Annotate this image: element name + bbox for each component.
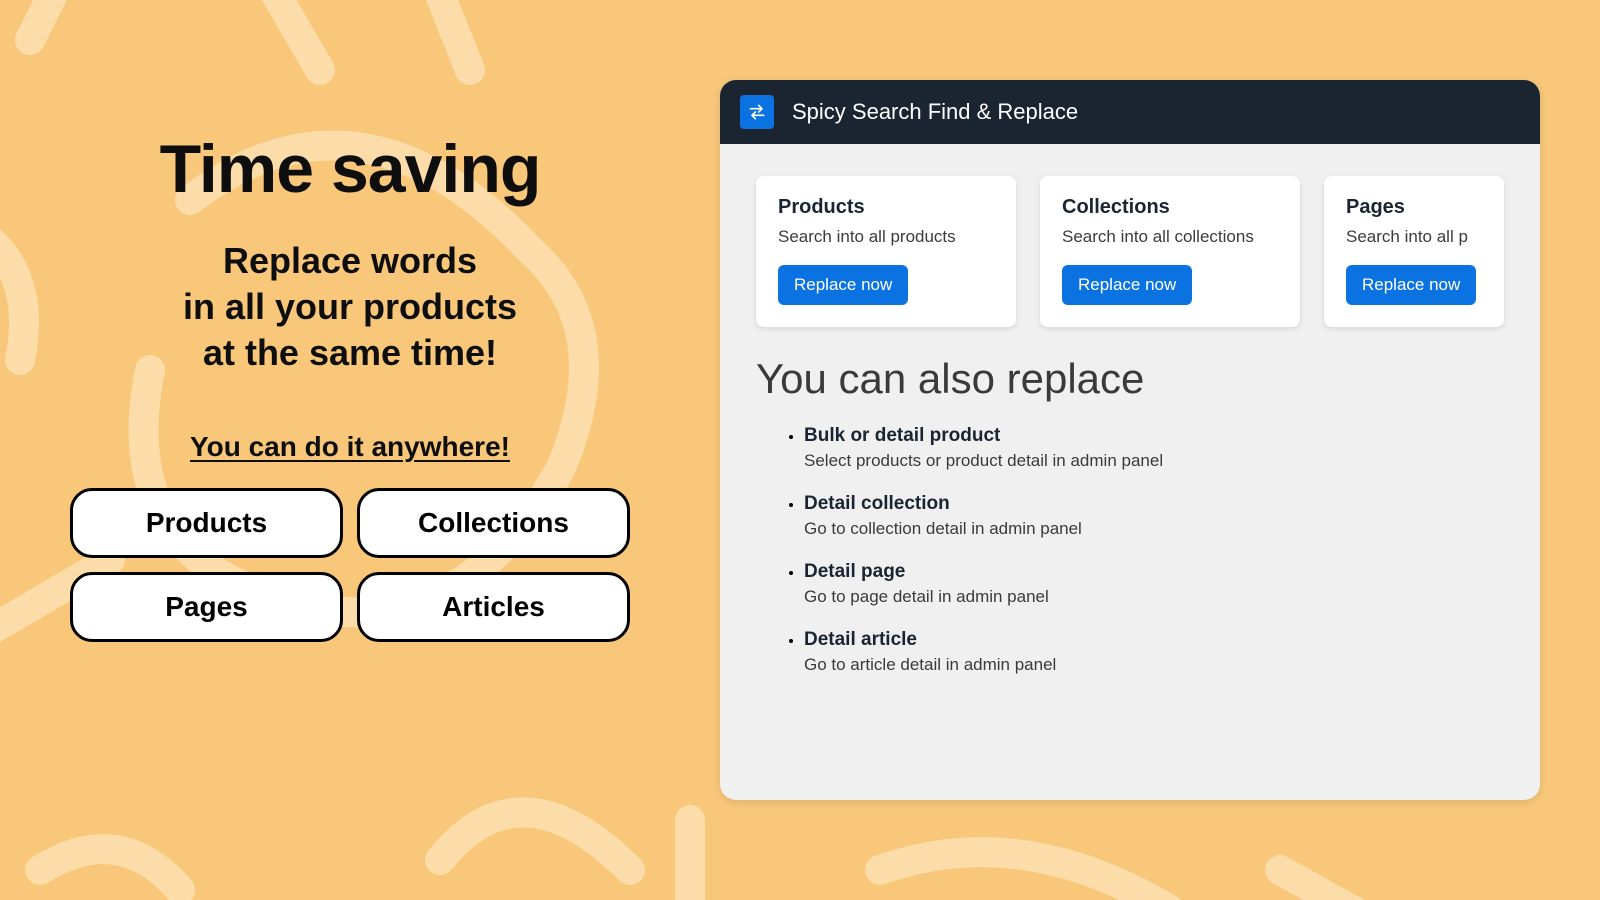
subhead-line-2: in all your products <box>183 286 517 327</box>
cards-row: Products Search into all products Replac… <box>720 144 1540 345</box>
app-header: Spicy Search Find & Replace <box>720 80 1540 144</box>
card-title: Collections <box>1062 196 1278 219</box>
chip-pages[interactable]: Pages <box>70 572 343 642</box>
list-item-title: Detail collection <box>804 493 1504 515</box>
card-title: Pages <box>1346 196 1482 219</box>
subhead-line-1: Replace words <box>223 240 477 281</box>
list-item-title: Detail page <box>804 561 1504 583</box>
list-item-desc: Go to page detail in admin panel <box>804 587 1504 607</box>
app-title: Spicy Search Find & Replace <box>792 99 1078 125</box>
app-panel: Spicy Search Find & Replace Products Sea… <box>720 80 1540 800</box>
replace-now-button[interactable]: Replace now <box>1346 265 1476 305</box>
card-desc: Search into all p <box>1346 227 1482 247</box>
chip-articles[interactable]: Articles <box>357 572 630 642</box>
list-item: Bulk or detail product Select products o… <box>804 425 1504 471</box>
also-list: Bulk or detail product Select products o… <box>756 425 1504 675</box>
subhead-line-3: at the same time! <box>203 332 497 373</box>
chip-grid: Products Collections Pages Articles <box>70 488 630 642</box>
replace-now-button[interactable]: Replace now <box>1062 265 1192 305</box>
chip-products[interactable]: Products <box>70 488 343 558</box>
list-item-desc: Go to collection detail in admin panel <box>804 519 1504 539</box>
tagline: You can do it anywhere! <box>190 431 510 463</box>
subheadline: Replace words in all your products at th… <box>60 238 640 376</box>
card-title: Products <box>778 196 994 219</box>
also-section: You can also replace Bulk or detail prod… <box>720 345 1540 717</box>
list-item-title: Detail article <box>804 629 1504 651</box>
also-heading: You can also replace <box>756 355 1504 403</box>
card-collections: Collections Search into all collections … <box>1040 176 1300 327</box>
list-item: Detail page Go to page detail in admin p… <box>804 561 1504 607</box>
replace-now-button[interactable]: Replace now <box>778 265 908 305</box>
card-products: Products Search into all products Replac… <box>756 176 1016 327</box>
list-item: Detail collection Go to collection detai… <box>804 493 1504 539</box>
card-pages: Pages Search into all p Replace now <box>1324 176 1504 327</box>
list-item: Detail article Go to article detail in a… <box>804 629 1504 675</box>
list-item-title: Bulk or detail product <box>804 425 1504 447</box>
app-logo-icon <box>740 95 774 129</box>
marketing-column: Time saving Replace words in all your pr… <box>60 130 640 642</box>
card-desc: Search into all collections <box>1062 227 1278 247</box>
card-desc: Search into all products <box>778 227 994 247</box>
list-item-desc: Go to article detail in admin panel <box>804 655 1504 675</box>
list-item-desc: Select products or product detail in adm… <box>804 451 1504 471</box>
headline: Time saving <box>60 130 640 208</box>
chip-collections[interactable]: Collections <box>357 488 630 558</box>
